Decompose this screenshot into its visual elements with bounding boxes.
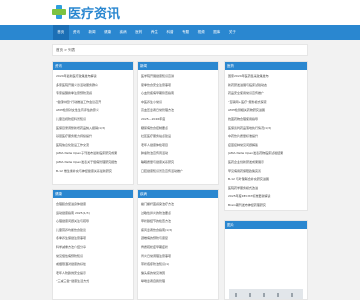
article-link[interactable]: 常见慢性病预防知识 bbox=[56, 252, 133, 261]
article-link[interactable]: 胃炎日常调理注意事项 bbox=[141, 252, 218, 261]
article-link[interactable]: 基层医疗服务能力持续提升 bbox=[56, 132, 133, 141]
nav-item[interactable]: 疾病 bbox=[115, 25, 131, 40]
article-link[interactable]: 科学减重方法介绍分享 bbox=[56, 243, 133, 252]
article-link[interactable]: “互联网+医疗”服务模式探索 bbox=[228, 98, 307, 107]
breadcrumb: 首页 > 列表 bbox=[52, 44, 308, 56]
image-thumbnail[interactable] bbox=[229, 289, 303, 299]
article-link[interactable]: 中医养生小常识 bbox=[141, 98, 218, 107]
article-link[interactable]: 医学院开展健康知识宣讲 bbox=[141, 72, 218, 81]
article-list: 国家2024年医药集采政策发布 新药研发进展与临床试验动态 药品安全使用常识宣传推广… bbox=[225, 70, 307, 210]
article-link[interactable]: 痛风患者饮食指南(1/3) bbox=[141, 226, 218, 235]
news-panel: 新闻 医学院开展健康知识宣讲 夏季饮食安全注意事项 心血管疾病早期筛查指南 中医养生小… bbox=[137, 61, 219, 185]
article-link[interactable]: B-12 维生素补充与神经健康关系最新研究 bbox=[56, 167, 133, 176]
news-panel: 资讯 2024年最新医疗政策发布解读 多家医院开展义诊活动服务群众 专家提醒换季注意… bbox=[52, 61, 134, 185]
nav-item[interactable]: 科普 bbox=[162, 25, 178, 40]
article-link[interactable]: JAMA Netw Open子刊发布最新临床研究成果 bbox=[56, 149, 133, 158]
article-link[interactable]: 医保谈判药品落地执行情况(1/3) bbox=[228, 124, 307, 133]
image-panel: 图片 bbox=[224, 220, 308, 300]
panel-title: 新闻 bbox=[138, 62, 218, 70]
panel-title: 疾病 bbox=[138, 190, 218, 198]
nav-item[interactable]: 资讯 bbox=[69, 25, 85, 40]
article-link[interactable]: 多家医院开展义诊活动服务群众 bbox=[56, 81, 133, 90]
panel-title: 医药 bbox=[225, 62, 307, 70]
panel-title: 资讯 bbox=[53, 62, 133, 70]
nav-item[interactable]: 新闻 bbox=[84, 25, 100, 40]
panel-title: 健康 bbox=[53, 190, 133, 198]
site-logo[interactable]: 医疗资讯 bbox=[52, 3, 121, 22]
article-link[interactable]: 睡眠质量与健康关系研究 bbox=[141, 158, 218, 167]
article-link[interactable]: 2025—2026年度 bbox=[141, 115, 218, 124]
article-link[interactable]: 幽门螺杆菌感染治疗方法 bbox=[141, 200, 218, 209]
article-link[interactable]: 疫苗接种常见问题解答 bbox=[228, 141, 307, 150]
article-link[interactable]: 医药企业创新研发成果展示 bbox=[228, 158, 307, 167]
article-link[interactable]: 社区医疗服务站点建设 bbox=[141, 132, 218, 141]
article-link[interactable]: 口腔健康知识普及宣传活动推广 bbox=[141, 167, 218, 176]
article-link[interactable]: 医院药学服务模式改进 bbox=[228, 184, 307, 193]
article-link[interactable]: 夏季饮食安全注意事项 bbox=[141, 81, 218, 90]
article-link[interactable]: 高血压患者日常管理方法 bbox=[141, 106, 218, 115]
article-link[interactable]: 专家提醒换季注意预防流感 bbox=[56, 89, 133, 98]
nav-item[interactable]: 图库 bbox=[209, 25, 225, 40]
article-list bbox=[225, 229, 307, 231]
nav-item[interactable]: 专题 bbox=[178, 25, 194, 40]
article-link[interactable]: 老年人健康体检项目 bbox=[141, 141, 218, 150]
article-link[interactable]: B-12 与叶酸联合补充研究进展 bbox=[228, 175, 307, 184]
article-link[interactable]: 带状疱疹防治知识(1) bbox=[141, 260, 218, 269]
article-link[interactable]: 医院信息化建设工作交流 bbox=[56, 141, 133, 150]
article-link[interactable]: 2025年度RECIST标准更新解读 bbox=[228, 192, 307, 201]
nav-item-home[interactable]: 首页 bbox=[53, 25, 69, 40]
article-link[interactable]: 中药饮片质量标准提升 bbox=[228, 132, 307, 141]
panel-title: 图片 bbox=[225, 221, 307, 229]
article-link[interactable]: “健康中国”行动推进工作会议召开 bbox=[56, 98, 133, 107]
article-link[interactable]: 运动健康指南 2025(1/3) bbox=[56, 209, 133, 218]
article-link[interactable]: 冬季养生保健注意事项 bbox=[56, 234, 133, 243]
article-link[interactable]: 罕见病用药保障政策完善 bbox=[228, 167, 307, 176]
article-link[interactable]: 新药研发进展与临床试验动态 bbox=[228, 81, 307, 90]
nav-item[interactable]: 视频 bbox=[193, 25, 209, 40]
article-link[interactable]: 2024年最新医疗政策发布解读 bbox=[56, 72, 133, 81]
main-nav: 首页 资讯 新闻 健康 疾病 医药 养生 科普 专题 视频 图库 关于 bbox=[0, 25, 360, 40]
article-link[interactable]: 药品安全使用常识宣传推广 bbox=[228, 89, 307, 98]
site-header: 医疗资讯 bbox=[0, 0, 360, 25]
article-link[interactable]: 合理膳食促进身体健康 bbox=[56, 200, 133, 209]
nav-item[interactable]: 养生 bbox=[147, 25, 163, 40]
article-link[interactable]: 儿童营养均衡饮食建议 bbox=[56, 226, 133, 235]
nav-item[interactable]: 医药 bbox=[131, 25, 147, 40]
article-link[interactable]: 医保目录调整新增药品纳入报销(1/3) bbox=[56, 124, 133, 133]
article-link[interactable]: 抗菌药物合理使用指导 bbox=[228, 115, 307, 124]
article-list: 幽门螺杆菌感染治疗方法 过敏性鼻炎的防治要点 甲状腺结节的检查方法 痛风患者饮食指南(… bbox=[138, 198, 218, 286]
article-link[interactable]: 心血管疾病早期筛查指南 bbox=[141, 89, 218, 98]
article-link[interactable]: 骨质疏松症早期症状 bbox=[141, 243, 218, 252]
article-link[interactable]: 哮喘患者自我管理 bbox=[141, 277, 218, 286]
article-link[interactable]: AMH检测相关药物研究进展 bbox=[228, 106, 307, 115]
article-link[interactable]: 偏头痛的常见诱因 bbox=[141, 269, 218, 278]
article-link[interactable]: “三减三健”健康生活方式 bbox=[56, 277, 133, 286]
article-link[interactable]: 甲状腺结节的检查方法 bbox=[141, 217, 218, 226]
article-link[interactable]: 心理健康问题关注与疏导 bbox=[56, 217, 133, 226]
article-link[interactable]: 儿童近视防控科普知识 bbox=[56, 115, 133, 124]
news-panel: 健康 合理膳食促进身体健康 运动健康指南 2025(1/3) 心理健康问题关注与疏导… bbox=[52, 189, 134, 300]
article-link[interactable]: 老年人防跌倒安全提示 bbox=[56, 269, 133, 278]
article-link[interactable]: 国家2024年医药集采政策发布 bbox=[228, 72, 307, 81]
article-link[interactable]: Brain期刊发布神经药理研究 bbox=[228, 201, 307, 210]
logo-text: 医疗资讯 bbox=[68, 6, 121, 22]
sidebar-panel: 医药 国家2024年医药集采政策发布 新药研发进展与临床试验动态 药品安全使用常识宣… bbox=[224, 61, 308, 211]
article-link[interactable]: JAMA Netw Open发表关于慢病管理研究报告 bbox=[56, 158, 133, 167]
article-link[interactable]: JAMA Netw Open发表药物临床试验结果 bbox=[228, 149, 307, 158]
article-link[interactable]: 糖尿病饮食控制要点 bbox=[141, 124, 218, 133]
article-list: 医学院开展健康知识宣讲 夏季饮食安全注意事项 心血管疾病早期筛查指南 中医养生小常识高… bbox=[138, 70, 218, 175]
news-panel: 疾病 幽门螺杆菌感染治疗方法 过敏性鼻炎的防治要点 甲状腺结节的检查方法 痛风患者饮食… bbox=[137, 189, 219, 300]
medical-cross-icon bbox=[52, 5, 66, 19]
article-list: 2024年最新医疗政策发布解读 多家医院开展义诊活动服务群众 专家提醒换季注意预防流… bbox=[53, 70, 133, 175]
article-link[interactable]: 过敏性鼻炎的防治要点 bbox=[141, 209, 218, 218]
nav-item[interactable]: 关于 bbox=[225, 25, 241, 40]
article-link[interactable]: 戒烟限酒对健康的好处 bbox=[56, 260, 133, 269]
nav-item[interactable]: 健康 bbox=[100, 25, 116, 40]
article-link[interactable]: AMH检测对女性生育评估的意义 bbox=[56, 106, 133, 115]
article-link[interactable]: 颈椎病的预防与康复 bbox=[141, 234, 218, 243]
article-link[interactable]: 肿瘤防治宣传周活动 bbox=[141, 149, 218, 158]
article-list: 合理膳食促进身体健康 运动健康指南 2025(1/3) 心理健康问题关注与疏导 儿童营… bbox=[53, 198, 133, 286]
